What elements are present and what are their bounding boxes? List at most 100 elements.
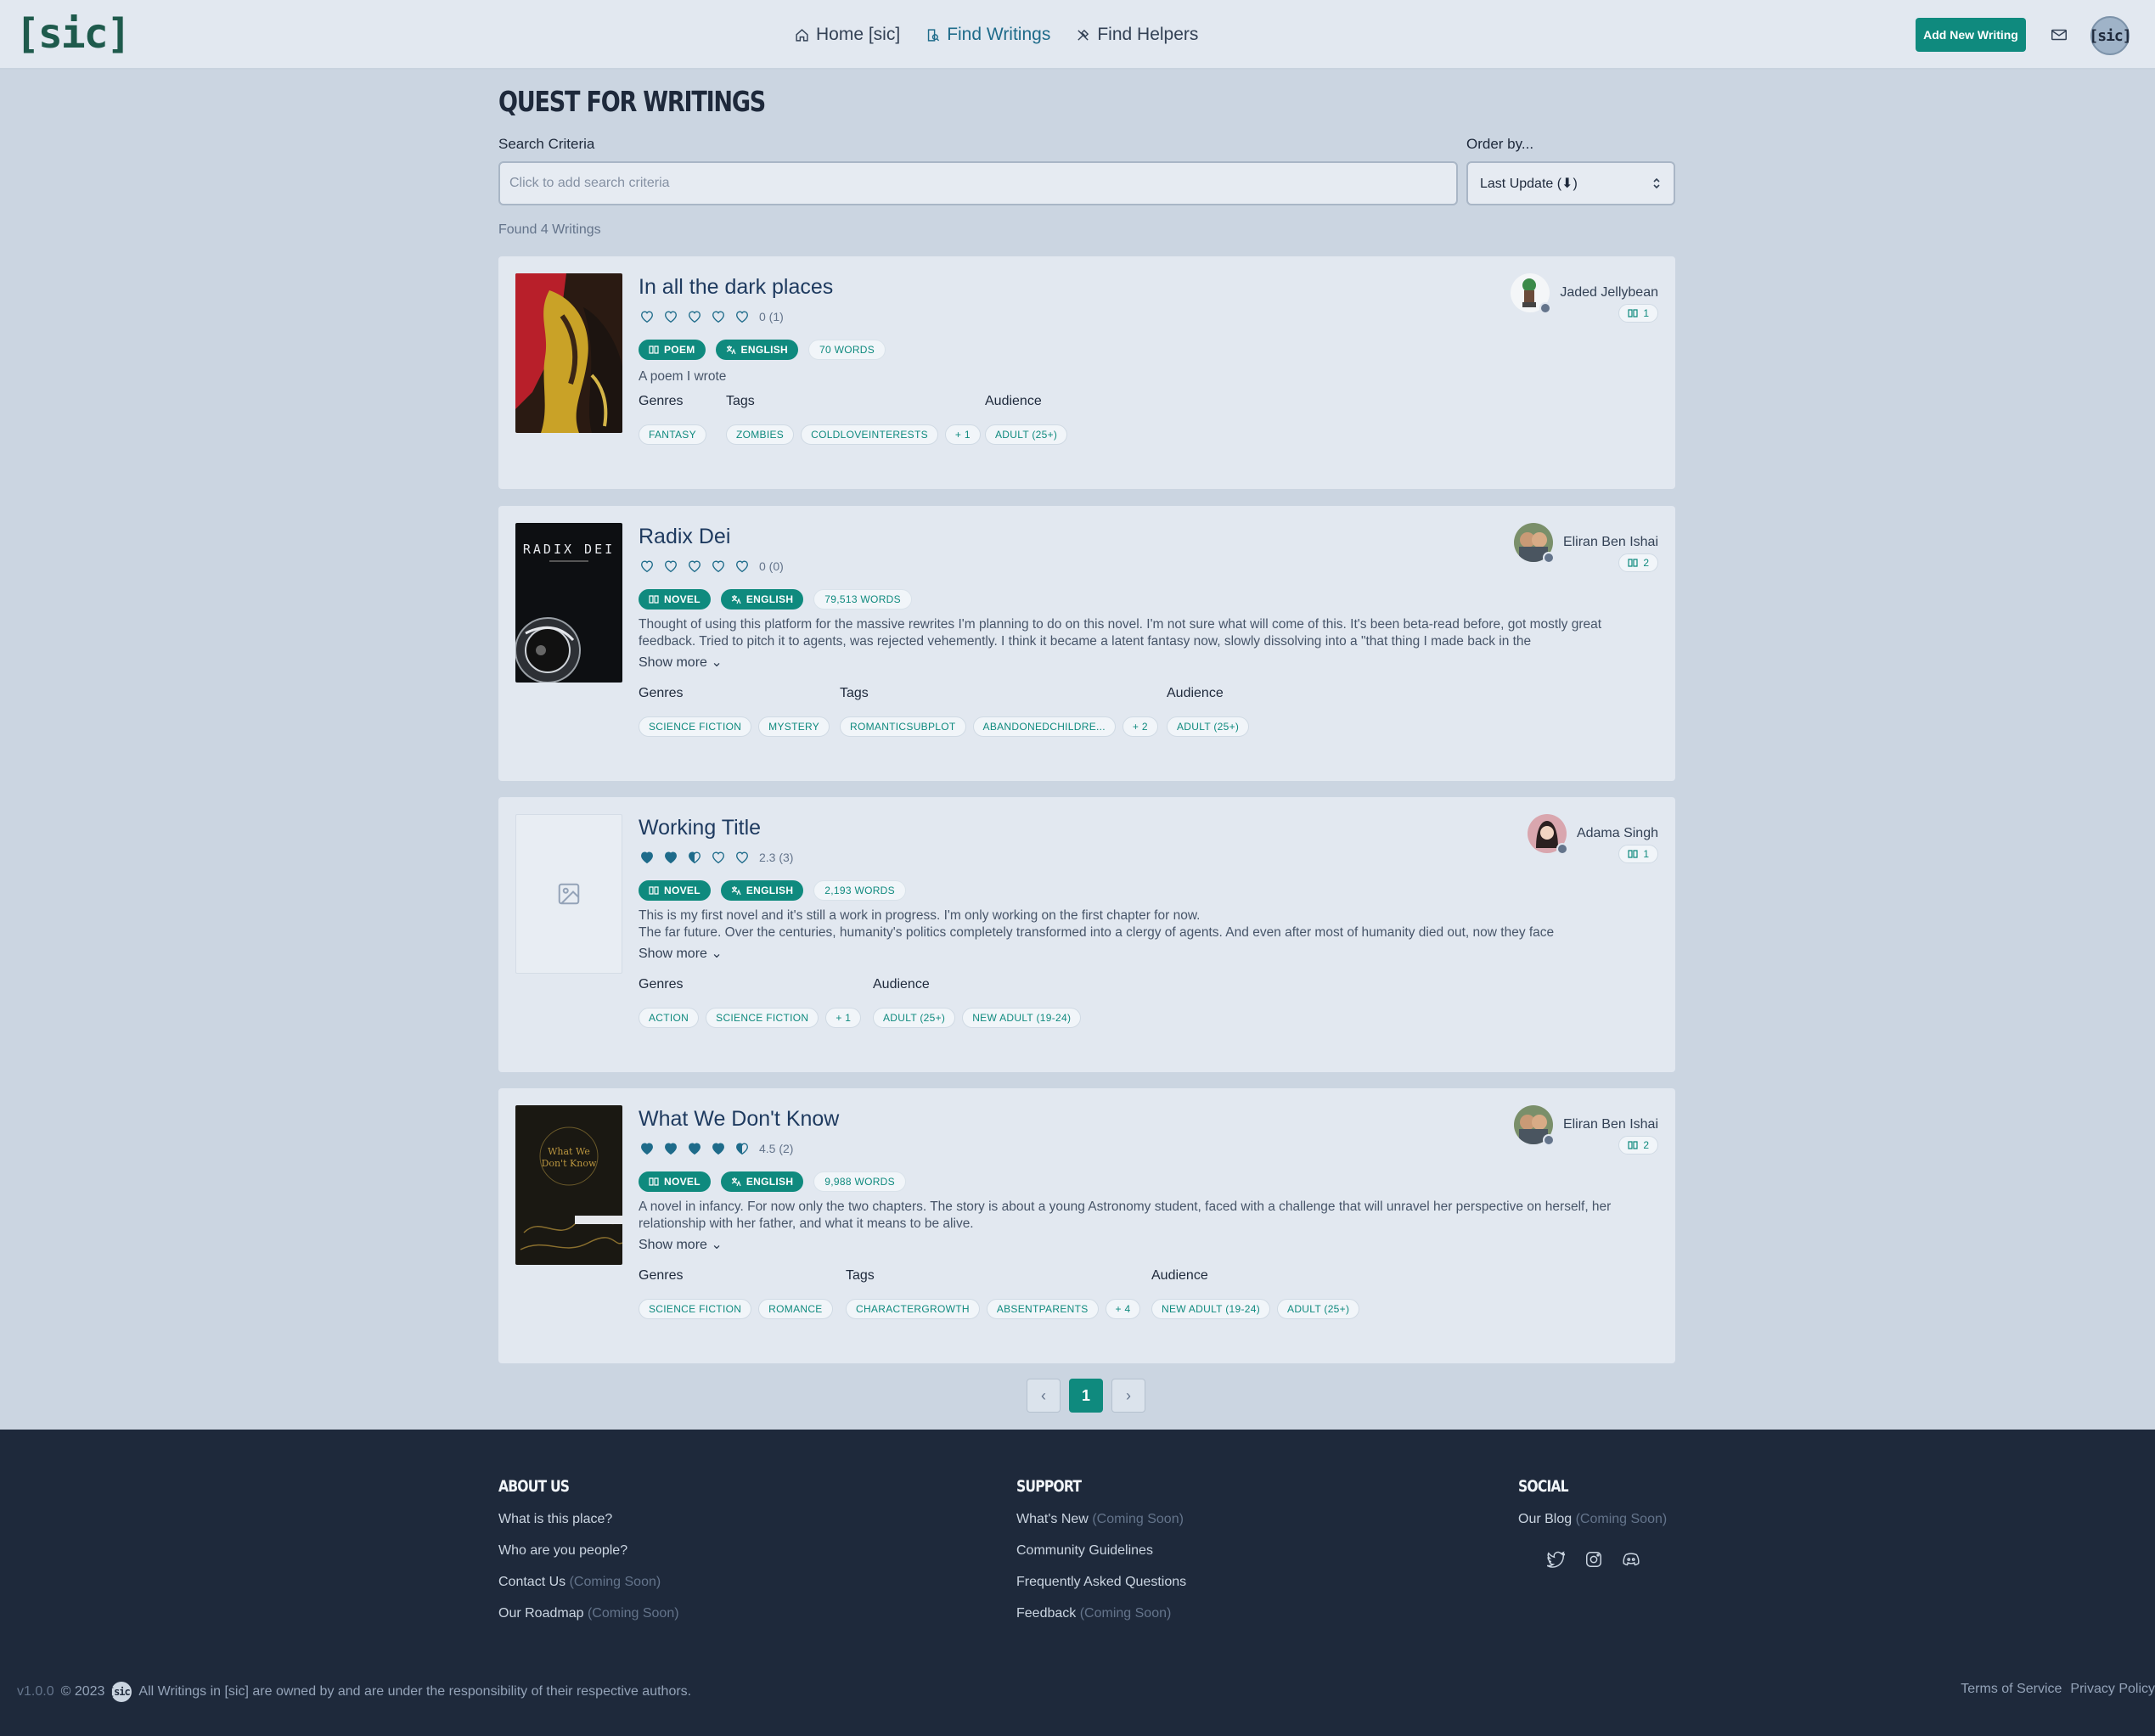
coming-soon-note: (Coming Soon) bbox=[587, 1606, 679, 1621]
footer-link-label: Contact Us bbox=[498, 1575, 566, 1589]
tag-chip[interactable]: ABSENTPARENTS bbox=[986, 1299, 1099, 1319]
privacy-policy-link[interactable]: Privacy Policy bbox=[2070, 1682, 2155, 1697]
tag-chip[interactable]: ZOMBIES bbox=[726, 424, 795, 445]
book-icon bbox=[1628, 1141, 1638, 1149]
words-badge: 79,513 WORDS bbox=[813, 589, 912, 610]
heart-outline-icon[interactable] bbox=[734, 559, 751, 574]
genre-chip[interactable]: SCIENCE FICTION bbox=[639, 716, 752, 737]
add-new-writing-button[interactable]: Add New Writing bbox=[1916, 18, 2026, 52]
footer-link-contact[interactable]: Contact Us (Coming Soon) bbox=[498, 1575, 661, 1590]
writing-cover[interactable]: RADIX DEI bbox=[515, 523, 622, 683]
prev-page-button[interactable]: ‹ bbox=[1027, 1379, 1061, 1413]
audience-chips: ADULT (25+) NEW ADULT (19-24) bbox=[873, 1008, 1082, 1028]
rating: 2.3 (3) bbox=[639, 850, 793, 865]
writing-title[interactable]: Radix Dei bbox=[639, 525, 730, 549]
heart-outline-icon[interactable] bbox=[686, 309, 703, 324]
heart-outline-icon[interactable] bbox=[710, 309, 727, 324]
show-more-toggle[interactable]: Show more ⌄ bbox=[639, 945, 723, 962]
twitter-icon[interactable] bbox=[1547, 1550, 1566, 1569]
audience-label: Audience bbox=[873, 977, 930, 992]
tag-chip[interactable]: COLDLOVEINTERESTS bbox=[801, 424, 938, 445]
genre-chip[interactable]: ACTION bbox=[639, 1008, 700, 1028]
writing-title[interactable]: What We Don't Know bbox=[639, 1107, 839, 1132]
genre-chip[interactable]: SCIENCE FICTION bbox=[639, 1299, 752, 1319]
writing-cover[interactable] bbox=[515, 814, 622, 974]
terms-of-service-link[interactable]: Terms of Service bbox=[1961, 1682, 2062, 1697]
tag-chip[interactable]: ABANDONEDCHILDRE... bbox=[972, 716, 1116, 737]
heart-filled-icon[interactable] bbox=[639, 850, 656, 865]
rating-text: 2.3 (3) bbox=[759, 851, 794, 864]
heart-outline-icon[interactable] bbox=[734, 309, 751, 324]
heart-outline-icon[interactable] bbox=[686, 559, 703, 574]
heart-filled-icon[interactable] bbox=[662, 1141, 679, 1156]
heart-outline-icon[interactable] bbox=[710, 850, 727, 865]
next-page-button[interactable]: › bbox=[1111, 1379, 1145, 1413]
audience-chip[interactable]: ADULT (25+) bbox=[1277, 1299, 1360, 1319]
mail-icon[interactable] bbox=[2050, 25, 2068, 44]
writing-title[interactable]: Working Title bbox=[639, 816, 761, 840]
footer-link-blog[interactable]: Our Blog (Coming Soon) bbox=[1518, 1512, 1667, 1527]
search-input[interactable] bbox=[498, 161, 1458, 205]
writing-cover[interactable] bbox=[515, 273, 622, 433]
genre-chip[interactable]: MYSTERY bbox=[758, 716, 830, 737]
heart-outline-icon[interactable] bbox=[662, 559, 679, 574]
footer-link-feedback[interactable]: Feedback (Coming Soon) bbox=[1016, 1606, 1171, 1621]
nav-find-helpers[interactable]: Find Helpers bbox=[1076, 25, 1198, 45]
genre-chip[interactable]: SCIENCE FICTION bbox=[706, 1008, 819, 1028]
genre-more-chip[interactable]: + 1 bbox=[825, 1008, 862, 1028]
order-by-select[interactable]: Last Update (⬇) bbox=[1466, 161, 1675, 205]
audience-chip[interactable]: NEW ADULT (19-24) bbox=[962, 1008, 1082, 1028]
heart-outline-icon[interactable] bbox=[734, 850, 751, 865]
tag-chips: ROMANTICSUBPLOT ABANDONEDCHILDRE... + 2 bbox=[840, 716, 1158, 737]
status-dot bbox=[1539, 302, 1552, 314]
author-avatar bbox=[1513, 1105, 1555, 1146]
heart-filled-icon[interactable] bbox=[639, 1141, 656, 1156]
page-1-button[interactable]: 1 bbox=[1069, 1379, 1103, 1413]
tag-chip[interactable]: ROMANTICSUBPLOT bbox=[840, 716, 966, 737]
genre-chip[interactable]: ROMANCE bbox=[758, 1299, 833, 1319]
footer-link-who-are-you[interactable]: Who are you people? bbox=[498, 1543, 627, 1559]
audience-chip[interactable]: ADULT (25+) bbox=[985, 424, 1068, 445]
audience-chip[interactable]: NEW ADULT (19-24) bbox=[1151, 1299, 1271, 1319]
show-more-toggle[interactable]: Show more ⌄ bbox=[639, 654, 723, 671]
translate-icon bbox=[731, 1177, 741, 1187]
site-logo[interactable]: [sic] bbox=[15, 8, 131, 59]
footer-link-faq[interactable]: Frequently Asked Questions bbox=[1016, 1575, 1186, 1590]
genre-chip[interactable]: FANTASY bbox=[639, 424, 706, 445]
order-by-value: Last Update (⬇) bbox=[1480, 177, 1578, 191]
tag-chip[interactable]: CHARACTERGROWTH bbox=[846, 1299, 980, 1319]
heart-half-icon[interactable] bbox=[686, 850, 703, 865]
audience-chips: ADULT (25+) bbox=[985, 424, 1068, 445]
writing-title[interactable]: In all the dark places bbox=[639, 275, 833, 300]
coming-soon-note: (Coming Soon) bbox=[1575, 1512, 1668, 1526]
discord-icon[interactable] bbox=[1622, 1550, 1640, 1569]
tag-more-chip[interactable]: + 1 bbox=[944, 424, 981, 445]
nav-find-writings[interactable]: Find Writings bbox=[926, 25, 1050, 45]
rating: 0 (0) bbox=[639, 559, 784, 574]
heart-outline-icon[interactable] bbox=[710, 559, 727, 574]
audience-chip[interactable]: ADULT (25+) bbox=[873, 1008, 956, 1028]
language-label: ENGLISH bbox=[746, 593, 794, 605]
footer-link-whats-new[interactable]: What's New (Coming Soon) bbox=[1016, 1512, 1184, 1527]
footer-link-label: Frequently Asked Questions bbox=[1016, 1575, 1187, 1589]
nav-home[interactable]: Home [sic] bbox=[795, 25, 900, 45]
words-badge: 9,988 WORDS bbox=[813, 1171, 906, 1192]
heart-filled-icon[interactable] bbox=[662, 850, 679, 865]
show-more-toggle[interactable]: Show more ⌄ bbox=[639, 1236, 723, 1253]
footer-link-guidelines[interactable]: Community Guidelines bbox=[1016, 1543, 1153, 1559]
writing-cover[interactable]: What We Don't Know bbox=[515, 1105, 622, 1265]
heart-outline-icon[interactable] bbox=[662, 309, 679, 324]
heart-filled-icon[interactable] bbox=[710, 1141, 727, 1156]
audience-chip[interactable]: ADULT (25+) bbox=[1167, 716, 1250, 737]
user-avatar[interactable]: [sic] bbox=[2089, 16, 2132, 55]
footer-link-what-is-this[interactable]: What is this place? bbox=[498, 1512, 612, 1527]
heart-outline-icon[interactable] bbox=[639, 309, 656, 324]
tag-more-chip[interactable]: + 4 bbox=[1105, 1299, 1141, 1319]
heart-outline-icon[interactable] bbox=[639, 559, 656, 574]
tag-more-chip[interactable]: + 2 bbox=[1122, 716, 1158, 737]
heart-half-icon[interactable] bbox=[734, 1141, 751, 1156]
instagram-icon[interactable] bbox=[1584, 1550, 1603, 1569]
heart-filled-icon[interactable] bbox=[686, 1141, 703, 1156]
footer-link-roadmap[interactable]: Our Roadmap (Coming Soon) bbox=[498, 1606, 679, 1621]
nav-find-helpers-label: Find Helpers bbox=[1097, 25, 1199, 44]
